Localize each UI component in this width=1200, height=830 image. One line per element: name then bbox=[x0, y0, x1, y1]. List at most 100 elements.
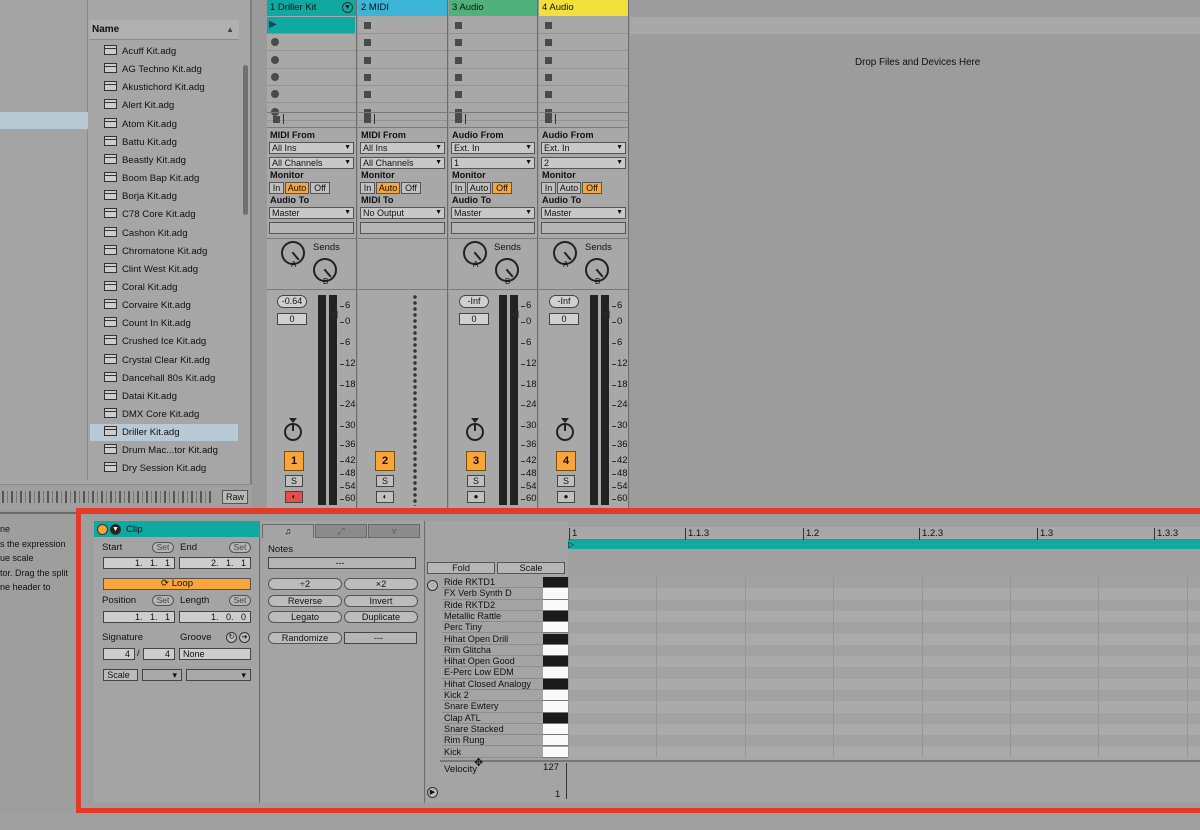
browser-item[interactable]: Chromatone Kit.adg bbox=[104, 243, 238, 260]
pan-display[interactable]: 0 bbox=[459, 313, 489, 325]
volume-display[interactable]: -0.64 bbox=[277, 295, 307, 308]
track-title[interactable]: 4 Audio bbox=[539, 0, 628, 16]
slot-record-icon[interactable] bbox=[271, 90, 279, 99]
clip-slot[interactable] bbox=[267, 86, 356, 104]
browser-item[interactable]: Corvaire Kit.adg bbox=[104, 297, 238, 314]
slot-stop-icon[interactable] bbox=[545, 39, 552, 47]
clip-slot[interactable] bbox=[449, 17, 537, 34]
scale-root-select[interactable]: ▾ bbox=[142, 669, 182, 681]
output-select[interactable]: No Output bbox=[360, 207, 445, 219]
beat-ruler[interactable] bbox=[568, 527, 1200, 540]
groove-select[interactable]: None bbox=[179, 648, 251, 660]
signature-denominator[interactable]: 4 bbox=[143, 648, 175, 660]
name-column-header[interactable]: Name ▲ bbox=[89, 20, 239, 40]
clip-slot[interactable] bbox=[539, 34, 628, 52]
drum-pad-row[interactable]: Perc Tiny bbox=[442, 622, 543, 634]
grid-row[interactable] bbox=[568, 599, 1200, 611]
solo-button[interactable]: S bbox=[557, 475, 575, 487]
browser-item[interactable]: Crushed Ice Kit.adg bbox=[104, 333, 238, 350]
browser-item[interactable]: Drum Mac...tor Kit.adg bbox=[104, 442, 238, 459]
browser-item[interactable]: Akustichord Kit.adg bbox=[104, 79, 238, 96]
track-activator-button[interactable]: 1 bbox=[284, 451, 304, 471]
signature-numerator[interactable]: 4 bbox=[103, 648, 135, 660]
length-field[interactable]: 1. 0. 0 bbox=[179, 611, 251, 623]
volume-fader-icon[interactable]: ◁ bbox=[330, 309, 338, 320]
clip-slot[interactable] bbox=[449, 34, 537, 52]
monitor-auto-button[interactable]: Auto bbox=[557, 182, 581, 194]
grid-row[interactable] bbox=[568, 735, 1200, 747]
clip-slot[interactable] bbox=[449, 52, 537, 69]
browser-item[interactable]: Dancehall 80s Kit.adg bbox=[104, 370, 238, 387]
arm-button[interactable]: ● bbox=[467, 491, 485, 503]
start-set-button[interactable]: Set bbox=[152, 542, 174, 553]
slot-stop-icon[interactable] bbox=[455, 56, 462, 64]
monitor-in-button[interactable]: In bbox=[269, 182, 284, 194]
volume-display[interactable]: -Inf bbox=[459, 295, 489, 308]
grid-row[interactable] bbox=[568, 622, 1200, 634]
drum-pad-row[interactable]: Rim Glitcha bbox=[442, 645, 543, 657]
pan-display[interactable]: 0 bbox=[549, 313, 579, 325]
groove-commit-icon[interactable]: ➔ bbox=[239, 632, 250, 643]
slot-stop-icon[interactable] bbox=[364, 39, 371, 47]
clip-slot[interactable] bbox=[449, 86, 537, 104]
slot-stop-icon[interactable] bbox=[364, 56, 371, 64]
drum-pad-row[interactable]: Snare Stacked bbox=[442, 724, 543, 736]
drum-pad-row[interactable]: Snare Ewtery bbox=[442, 701, 543, 713]
drum-pad-row[interactable]: Rim Rung bbox=[442, 735, 543, 747]
start-field[interactable]: 1. 1. 1 bbox=[103, 557, 175, 569]
monitor-off-button[interactable]: Off bbox=[401, 182, 421, 194]
drum-pad-row[interactable]: FX Verb Synth D bbox=[442, 588, 543, 600]
piano-key[interactable] bbox=[543, 610, 568, 623]
clip-slot[interactable] bbox=[358, 52, 447, 69]
randomize-button[interactable]: Randomize bbox=[268, 632, 342, 644]
slot-stop-icon[interactable] bbox=[364, 22, 371, 29]
output-select[interactable]: Master bbox=[451, 207, 535, 219]
output-select[interactable]: Master bbox=[541, 207, 626, 219]
drop-area[interactable] bbox=[630, 0, 1200, 510]
grid-row[interactable] bbox=[568, 690, 1200, 702]
drum-pad-row[interactable]: Ride RKTD1 bbox=[442, 577, 543, 589]
tab-expression[interactable]: ⋎ bbox=[368, 524, 420, 538]
grid-row[interactable] bbox=[568, 667, 1200, 679]
fold-button[interactable]: Fold bbox=[427, 562, 495, 574]
monitor-in-button[interactable]: In bbox=[541, 182, 556, 194]
browser-item[interactable]: Datai Kit.adg bbox=[104, 388, 238, 405]
tab-envelopes[interactable]: ⤢ bbox=[315, 524, 367, 538]
length-set-button[interactable]: Set bbox=[229, 595, 251, 606]
piano-key[interactable] bbox=[543, 701, 568, 713]
stop-all-icon[interactable] bbox=[364, 116, 371, 123]
slot-stop-icon[interactable] bbox=[545, 91, 552, 99]
clip-slot[interactable] bbox=[358, 17, 447, 34]
browser-item[interactable]: Atom Kit.adg bbox=[104, 116, 238, 133]
arm-button[interactable]: ● bbox=[557, 491, 575, 503]
drum-pad-row[interactable]: Hihat Closed Analogy bbox=[442, 679, 543, 690]
scale-highlight-button[interactable]: Scale bbox=[497, 562, 565, 574]
track-activator-button[interactable]: 3 bbox=[466, 451, 486, 471]
input-channel-select[interactable]: 1 bbox=[451, 157, 535, 169]
piano-key[interactable] bbox=[543, 577, 568, 589]
slot-record-icon[interactable] bbox=[271, 72, 279, 81]
solo-button[interactable]: S bbox=[285, 475, 303, 487]
slot-stop-icon[interactable] bbox=[455, 39, 462, 47]
piano-key[interactable] bbox=[543, 599, 568, 611]
clip-slot[interactable] bbox=[358, 86, 447, 104]
piano-key[interactable] bbox=[543, 723, 568, 736]
stop-all-icon[interactable] bbox=[273, 116, 280, 123]
grid-row[interactable] bbox=[568, 610, 1200, 623]
end-set-button[interactable]: Set bbox=[229, 542, 251, 553]
drum-pad-row[interactable]: Ride RKTD2 bbox=[442, 600, 543, 611]
volume-display[interactable]: -Inf bbox=[549, 295, 579, 308]
browser-item[interactable]: Cashon Kit.adg bbox=[104, 225, 238, 242]
browser-item[interactable]: Coral Kit.adg bbox=[104, 279, 238, 296]
tab-notes[interactable]: ♫ bbox=[262, 524, 314, 538]
clip-slot[interactable] bbox=[539, 17, 628, 34]
output-channel-select[interactable] bbox=[451, 222, 535, 234]
monitor-auto-button[interactable]: Auto bbox=[285, 182, 309, 194]
piano-key[interactable] bbox=[543, 588, 568, 600]
track-title[interactable]: 3 Audio bbox=[449, 0, 537, 16]
track-title[interactable]: 2 MIDI bbox=[358, 0, 447, 16]
piano-key[interactable] bbox=[543, 633, 568, 645]
browser-item[interactable]: Alert Kit.adg bbox=[104, 97, 238, 114]
drum-pad-row[interactable]: Metallic Rattle bbox=[442, 611, 543, 623]
double-button[interactable]: ×2 bbox=[344, 578, 418, 590]
